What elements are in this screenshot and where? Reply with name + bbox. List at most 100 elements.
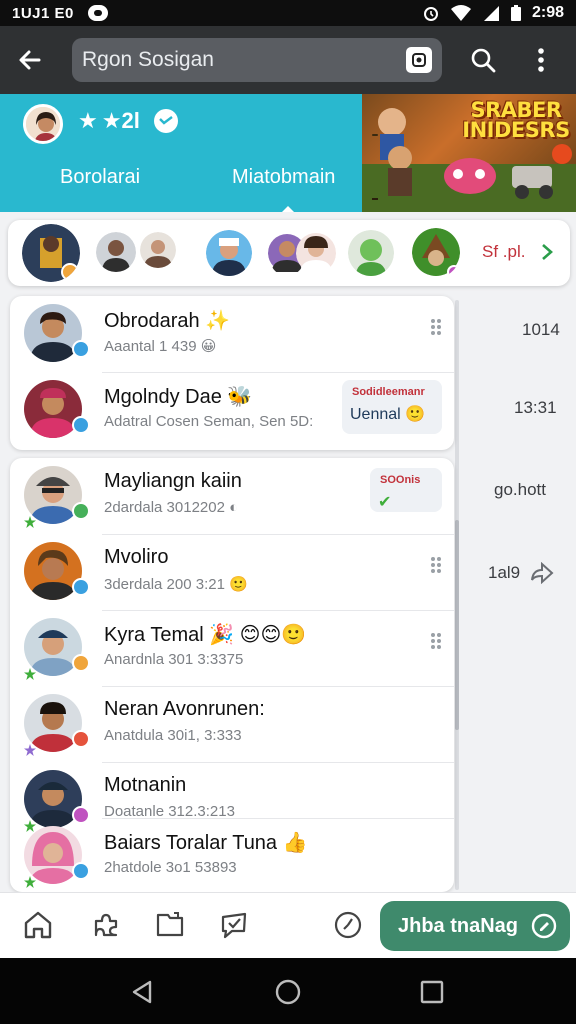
wifi-icon bbox=[450, 5, 471, 21]
status-dot bbox=[72, 578, 90, 596]
chat-name: Mvoliro bbox=[104, 546, 169, 568]
status-dot bbox=[72, 340, 90, 358]
chat-name: Mayliangn kaiin bbox=[104, 470, 242, 492]
status-dot bbox=[72, 862, 90, 880]
tab-indicator bbox=[282, 206, 294, 212]
rating-value: ★2l bbox=[101, 108, 140, 133]
reply-arrow-icon[interactable] bbox=[530, 562, 554, 584]
chat-row[interactable]: Mayliangn kaiin 2dardala 3012202 ◐ SOOni… bbox=[10, 458, 454, 532]
nav-home-icon[interactable] bbox=[274, 978, 302, 1006]
chat-row[interactable]: Kyra Temal 🎉 😊😊🙂 Anardnla 301 3:3375 bbox=[10, 610, 454, 684]
drag-handle-icon[interactable] bbox=[430, 632, 442, 650]
more-options-button[interactable] bbox=[512, 26, 570, 94]
more-vert-icon bbox=[538, 48, 544, 72]
chat-time: 1al9 bbox=[488, 562, 554, 584]
drag-handle-icon[interactable] bbox=[430, 318, 442, 336]
stories-more-label: Sf .pl. bbox=[482, 242, 526, 261]
chat-preview: 2dardala 3012202 ◐ bbox=[104, 499, 239, 516]
status-dot bbox=[72, 730, 90, 748]
bottom-nav: Jhba tnaNag bbox=[0, 892, 576, 958]
message-chip[interactable]: SOOnis ✔ bbox=[370, 468, 442, 512]
chat-preview: Anardnla 301 3:3375 bbox=[104, 651, 244, 668]
search-icon bbox=[471, 48, 496, 73]
chat-preview: 2hatdole 3o1 53893 bbox=[104, 859, 237, 876]
story-avatar-6[interactable] bbox=[296, 230, 336, 276]
stories-more[interactable]: Sf .pl. bbox=[482, 242, 554, 262]
story-avatar-8[interactable] bbox=[412, 228, 460, 278]
status-dot bbox=[72, 502, 90, 520]
story-strip: Sf .pl. bbox=[8, 220, 570, 286]
status-clock: 2:98 bbox=[531, 4, 564, 21]
star-badge-icon bbox=[24, 876, 36, 888]
rating-row: ★ ★2l bbox=[78, 108, 178, 134]
puzzle-icon[interactable] bbox=[90, 909, 122, 941]
nav-recents-icon[interactable] bbox=[418, 978, 446, 1006]
chat-time: 13:31 bbox=[514, 398, 557, 417]
story-avatar-7[interactable] bbox=[348, 230, 394, 276]
banner-tag bbox=[372, 134, 378, 136]
verified-badge-icon bbox=[153, 109, 178, 133]
status-bar: 1UJ1 E0 2:98 bbox=[0, 0, 576, 26]
story-avatar-1[interactable] bbox=[22, 224, 80, 282]
profile-avatar[interactable] bbox=[23, 104, 63, 144]
chat-check-icon[interactable] bbox=[218, 909, 250, 941]
message-chip[interactable]: Sodidleemanr Uennal 🙂 bbox=[342, 380, 442, 434]
chat-preview: Adatral Cosen Seman, Sen 5D: bbox=[104, 413, 314, 430]
arrow-left-icon bbox=[19, 50, 41, 70]
alarm-icon bbox=[423, 7, 438, 21]
star-badge-icon bbox=[24, 668, 36, 680]
search-placeholder: Rgon Sosigan bbox=[82, 48, 214, 71]
profile-header: ★ ★2l Borolarai Miatobmain bbox=[0, 94, 362, 212]
compose-icon bbox=[531, 913, 557, 939]
chat-row[interactable]: Baiars Toralar Tuna 👍 2hatdole 3o1 53893 bbox=[10, 818, 454, 892]
star-badge-icon bbox=[24, 744, 36, 756]
battery-icon bbox=[510, 5, 521, 21]
signal-icon bbox=[483, 6, 499, 21]
new-message-button[interactable]: Jhba tnaNag bbox=[380, 901, 570, 951]
chat-preview: 3derdala 200 3:21 🙂 bbox=[104, 576, 248, 593]
camera-lens-icon bbox=[412, 53, 426, 67]
chat-time: 1014 bbox=[522, 320, 560, 339]
nav-back-icon[interactable] bbox=[128, 978, 156, 1006]
chat-name: Baiars Toralar Tuna 👍 bbox=[104, 832, 308, 854]
drag-handle-icon[interactable] bbox=[430, 556, 442, 574]
chat-time-label: 1al9 bbox=[488, 563, 521, 582]
home-icon[interactable] bbox=[22, 909, 54, 941]
chat-row[interactable]: Obrodarah ✨ Aaantal 1 439 😀 bbox=[10, 296, 454, 370]
chip-body: ✔ bbox=[378, 494, 392, 511]
chat-name: Mgolndy Dae 🐝 bbox=[104, 386, 253, 408]
chat-name: Obrodarah ✨ bbox=[104, 310, 231, 332]
chat-card-pinned: Obrodarah ✨ Aaantal 1 439 😀 Mgolndy Dae … bbox=[10, 296, 454, 450]
status-dot bbox=[72, 416, 90, 434]
chevron-right-icon bbox=[542, 244, 554, 260]
scrollbar-thumb[interactable] bbox=[455, 520, 459, 730]
story-avatar-4[interactable] bbox=[206, 230, 252, 276]
story-avatar-3[interactable] bbox=[140, 232, 176, 268]
clock-icon[interactable] bbox=[332, 909, 364, 941]
person-avatar-icon bbox=[26, 107, 60, 141]
folder-icon[interactable] bbox=[154, 909, 186, 941]
fab-label: Jhba tnaNag bbox=[398, 914, 519, 937]
status-time-left: 1UJ1 E0 bbox=[12, 4, 74, 22]
chat-row[interactable]: Neran Avonrunen: Anatdula 30i1, 3:333 bbox=[10, 686, 454, 760]
chat-preview: Anatdula 30i1, 3:333 bbox=[104, 727, 242, 744]
game-banner[interactable]: SRABER INIDESRS bbox=[362, 94, 576, 212]
chat-name: Motnanin bbox=[104, 774, 187, 796]
lens-button[interactable] bbox=[406, 47, 432, 73]
chip-body: Uennal 🙂 bbox=[350, 406, 426, 423]
search-button[interactable] bbox=[454, 26, 512, 94]
chat-name: Neran Avonrunen: bbox=[104, 698, 265, 720]
status-right: 2:98 bbox=[422, 4, 564, 22]
status-dot bbox=[72, 654, 90, 672]
tab-second[interactable]: Miatobmain bbox=[232, 166, 335, 189]
back-button[interactable] bbox=[0, 26, 60, 94]
chat-card-list: Mayliangn kaiin 2dardala 3012202 ◐ SOOni… bbox=[10, 458, 454, 892]
story-avatar-2[interactable] bbox=[96, 232, 136, 272]
chip-title: Sodidleemanr bbox=[352, 386, 425, 398]
app-bar: Rgon Sosigan bbox=[0, 26, 576, 94]
search-input[interactable]: Rgon Sosigan bbox=[72, 38, 442, 82]
app-notification-icon bbox=[87, 5, 108, 21]
chat-preview: Aaantal 1 439 😀 bbox=[104, 338, 217, 355]
chat-row[interactable]: Mvoliro 3derdala 200 3:21 🙂 bbox=[10, 534, 454, 608]
tab-first[interactable]: Borolarai bbox=[60, 166, 140, 189]
